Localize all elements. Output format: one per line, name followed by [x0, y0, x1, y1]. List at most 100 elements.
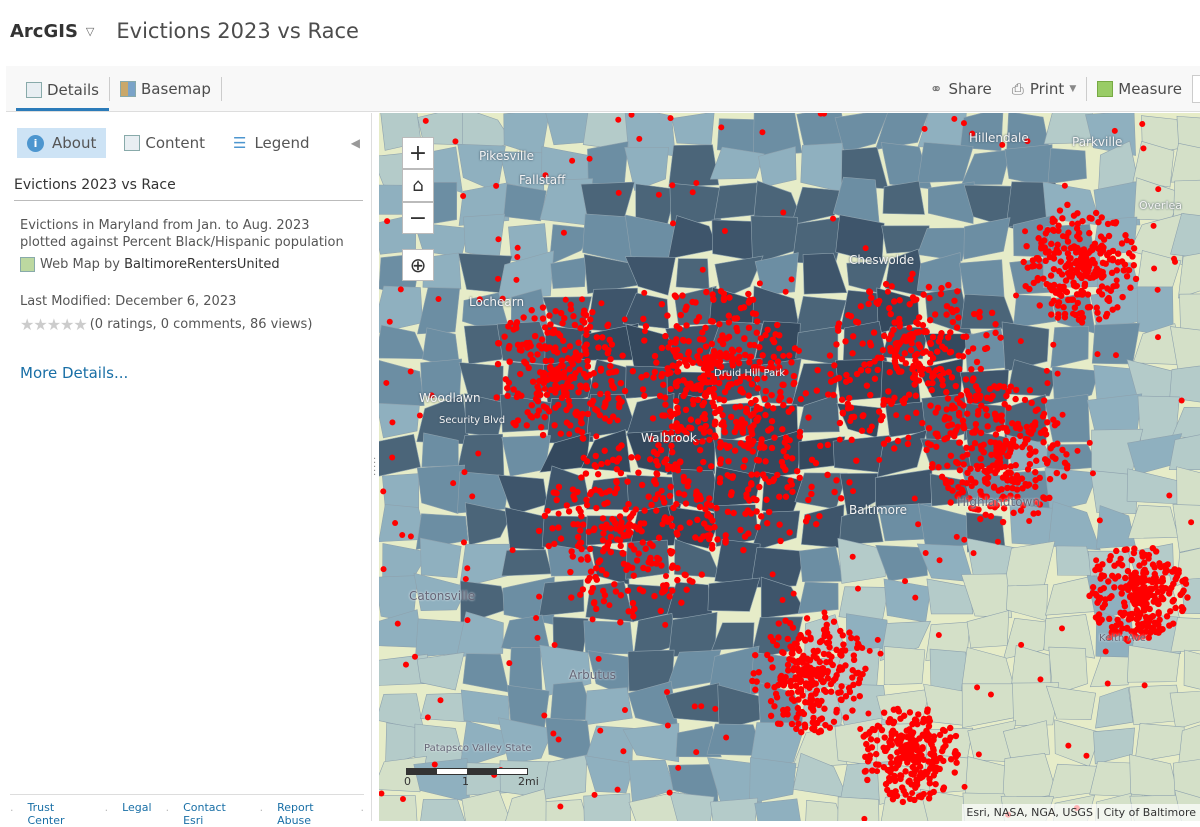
eviction-point — [598, 460, 605, 468]
eviction-point — [1079, 260, 1087, 268]
eviction-point — [590, 600, 598, 607]
basemap-button[interactable]: Basemap — [110, 67, 221, 111]
eviction-point — [1141, 682, 1148, 689]
eviction-point — [774, 321, 781, 329]
link-icon: ⚭ — [929, 79, 943, 98]
tab-content[interactable]: Content — [114, 128, 215, 158]
eviction-point — [699, 329, 706, 336]
eviction-point — [988, 309, 996, 317]
eviction-point — [1130, 262, 1138, 269]
eviction-point — [793, 467, 801, 475]
eviction-point — [727, 413, 735, 421]
eviction-point — [967, 465, 974, 472]
eviction-point — [464, 617, 471, 624]
eviction-point — [637, 520, 644, 527]
footer: . Trust Center. Legal. Contact Esri. Repo… — [10, 794, 364, 827]
eviction-point — [790, 372, 798, 380]
eviction-point — [1184, 594, 1191, 601]
eviction-point — [838, 696, 845, 704]
eviction-point — [618, 398, 625, 405]
eviction-point — [552, 404, 559, 411]
eviction-point — [1142, 569, 1150, 576]
census-tract — [501, 549, 553, 577]
print-label: Print — [1029, 79, 1065, 98]
eviction-point — [864, 776, 871, 784]
eviction-point — [1111, 584, 1118, 591]
eviction-point — [758, 436, 765, 443]
eviction-point — [943, 388, 950, 396]
footer-link[interactable]: Contact Esri — [183, 801, 246, 827]
eviction-point — [579, 296, 586, 303]
eviction-point — [674, 368, 681, 375]
eviction-point — [1129, 610, 1136, 618]
measure-button[interactable]: Measure — [1087, 67, 1192, 111]
eviction-point — [779, 426, 786, 433]
panel-resize-handle[interactable]: · · · · · — [373, 455, 376, 481]
eviction-point — [581, 319, 588, 326]
eviction-point — [944, 395, 952, 402]
eviction-point — [684, 482, 691, 490]
footer-link[interactable]: Trust Center — [28, 801, 91, 827]
eviction-point — [977, 515, 984, 523]
eviction-point — [867, 736, 875, 743]
eviction-point — [669, 448, 676, 456]
eviction-point — [784, 711, 791, 718]
eviction-point — [949, 402, 956, 409]
map-view[interactable]: Pikesville Fallstaff Lochearn Woodlawn S… — [379, 113, 1200, 821]
eviction-point — [657, 446, 665, 454]
eviction-point — [1002, 463, 1009, 470]
eviction-point — [528, 402, 535, 409]
eviction-point — [797, 688, 805, 695]
eviction-point — [641, 392, 648, 399]
details-button[interactable]: Details — [16, 73, 110, 111]
eviction-point — [1074, 447, 1081, 454]
collapse-panel-icon[interactable]: ◀ — [351, 136, 360, 150]
map-canvas[interactable] — [379, 113, 1200, 821]
eviction-point — [882, 780, 890, 788]
eviction-point — [871, 375, 879, 382]
content-icon — [124, 135, 141, 151]
eviction-point — [908, 734, 915, 742]
zoom-out-button[interactable]: − — [402, 202, 434, 234]
eviction-point — [494, 360, 502, 368]
eviction-point — [493, 394, 500, 401]
eviction-point — [1167, 608, 1174, 615]
eviction-point — [1173, 573, 1181, 580]
census-tract — [883, 646, 926, 685]
print-button[interactable]: ⎙ Print ▼ — [1002, 67, 1086, 111]
eviction-point — [384, 218, 391, 225]
scale-label: 0 — [404, 775, 411, 788]
home-button[interactable]: ⌂ — [402, 169, 434, 202]
eviction-point — [880, 396, 888, 404]
eviction-point — [857, 366, 865, 374]
last-modified: Last Modified: December 6, 2023 — [20, 294, 237, 309]
eviction-point — [1028, 399, 1035, 407]
tab-legend[interactable]: ☰ Legend — [223, 128, 320, 158]
eviction-point — [1054, 241, 1061, 248]
tab-about[interactable]: i About — [17, 128, 107, 158]
eviction-point — [1111, 562, 1118, 569]
eviction-point — [1140, 145, 1147, 152]
owner-link[interactable]: BaltimoreRentersUnited — [124, 257, 280, 272]
eviction-point — [615, 189, 622, 196]
footer-link[interactable]: Report Abuse — [277, 801, 346, 827]
eviction-point — [961, 783, 968, 790]
locate-button[interactable]: ⊕ — [402, 249, 434, 281]
more-details-link[interactable]: More Details... — [20, 364, 357, 382]
eviction-point — [708, 545, 716, 552]
eviction-point — [674, 409, 681, 416]
arcgis-menu[interactable]: ArcGIS ▽ — [10, 21, 94, 42]
share-button[interactable]: ⚭ Share — [920, 67, 1002, 111]
search-box-edge[interactable] — [1192, 74, 1200, 103]
eviction-point — [926, 717, 933, 725]
eviction-point — [539, 304, 547, 311]
eviction-point — [770, 338, 778, 346]
rating-stars[interactable]: ★★★★★ — [20, 315, 88, 334]
eviction-point — [909, 790, 916, 797]
eviction-point — [1046, 494, 1053, 502]
eviction-point — [584, 577, 592, 584]
zoom-in-button[interactable]: + — [402, 137, 434, 169]
place-label: Arbutus — [569, 668, 616, 682]
eviction-point — [798, 728, 805, 736]
footer-link[interactable]: Legal — [122, 801, 151, 827]
